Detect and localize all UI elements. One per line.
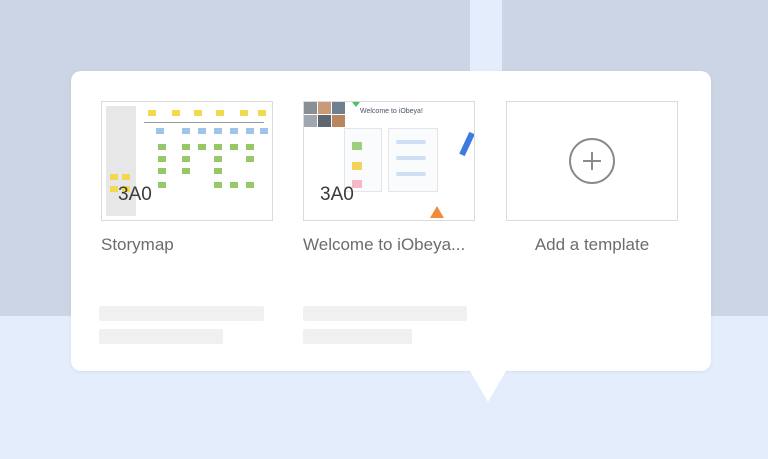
plus-circle-icon — [569, 138, 615, 184]
sticky-note — [214, 128, 222, 134]
photo-tile — [304, 102, 317, 114]
welcome-thumbnail[interactable]: Welcome to iObeya! 3A0 — [303, 101, 475, 221]
sticky-note — [240, 110, 248, 116]
template-title[interactable]: Welcome to iObeya... — [303, 235, 475, 255]
template-title[interactable]: Storymap — [101, 235, 273, 255]
add-template-button[interactable] — [506, 101, 678, 221]
sticky-note — [148, 110, 156, 116]
sticky-note — [246, 156, 254, 162]
sticky-note — [158, 168, 166, 174]
thumbnail-overlay-code: 3A0 — [320, 184, 354, 205]
sticky-note — [182, 128, 190, 134]
skeleton-line — [303, 306, 467, 321]
sticky-note — [258, 110, 266, 116]
triangle-shape — [352, 102, 360, 107]
add-template-label[interactable]: Add a template — [506, 235, 678, 255]
sticky-note — [352, 142, 362, 150]
thumbnail-heading: Welcome to iObeya! — [360, 108, 423, 115]
sticky-note — [158, 156, 166, 162]
thumbnail-panel — [344, 128, 382, 192]
sticky-note — [158, 182, 166, 188]
popover-arrow — [470, 371, 506, 402]
sticky-note — [194, 110, 202, 116]
sticky-note — [246, 182, 254, 188]
sticky-note — [122, 174, 130, 180]
sticky-note — [214, 156, 222, 162]
thumbnail-overlay-code: 3A0 — [118, 184, 152, 205]
sticky-note — [230, 144, 238, 150]
sticky-note — [182, 156, 190, 162]
thumbnail-panel — [388, 128, 438, 192]
sticky-note — [230, 182, 238, 188]
sticky-note — [216, 110, 224, 116]
skeleton-line — [99, 306, 264, 321]
template-picker-popover: 3A0 Storymap Welcome to iObeya! 3A0 Welc… — [71, 71, 711, 371]
sticky-note — [156, 128, 164, 134]
triangle-shape — [430, 206, 444, 218]
storymap-thumbnail[interactable]: 3A0 — [101, 101, 273, 221]
skeleton-line — [99, 329, 223, 344]
sticky-note — [230, 128, 238, 134]
sticky-note — [182, 144, 190, 150]
sticky-note — [214, 144, 222, 150]
storymap-timeline — [144, 122, 264, 123]
sticky-note — [246, 128, 254, 134]
sticky-note — [158, 144, 166, 150]
thumbnail-pill — [396, 156, 426, 160]
photo-tile — [318, 115, 331, 127]
sticky-note — [352, 162, 362, 170]
sticky-note — [110, 186, 118, 192]
template-card-welcome[interactable]: Welcome to iObeya! 3A0 Welcome to iObeya… — [303, 101, 475, 344]
sticky-note — [246, 144, 254, 150]
sticky-note — [110, 174, 118, 180]
thumbnail-pill — [396, 140, 426, 144]
skeleton-line — [303, 329, 412, 344]
sticky-note — [172, 110, 180, 116]
sticky-note — [198, 128, 206, 134]
add-template-card[interactable]: Add a template — [506, 101, 678, 255]
photo-tile — [304, 115, 317, 127]
photo-tile — [332, 102, 345, 114]
photo-tile — [332, 115, 345, 127]
sticky-note — [182, 168, 190, 174]
sticky-note — [198, 144, 206, 150]
thumbnail-pill — [396, 172, 426, 176]
sticky-note — [260, 128, 268, 134]
marker-shape — [459, 131, 474, 157]
sticky-note — [214, 168, 222, 174]
template-card-storymap[interactable]: 3A0 Storymap — [99, 101, 273, 344]
sticky-note — [214, 182, 222, 188]
photo-tile — [318, 102, 331, 114]
